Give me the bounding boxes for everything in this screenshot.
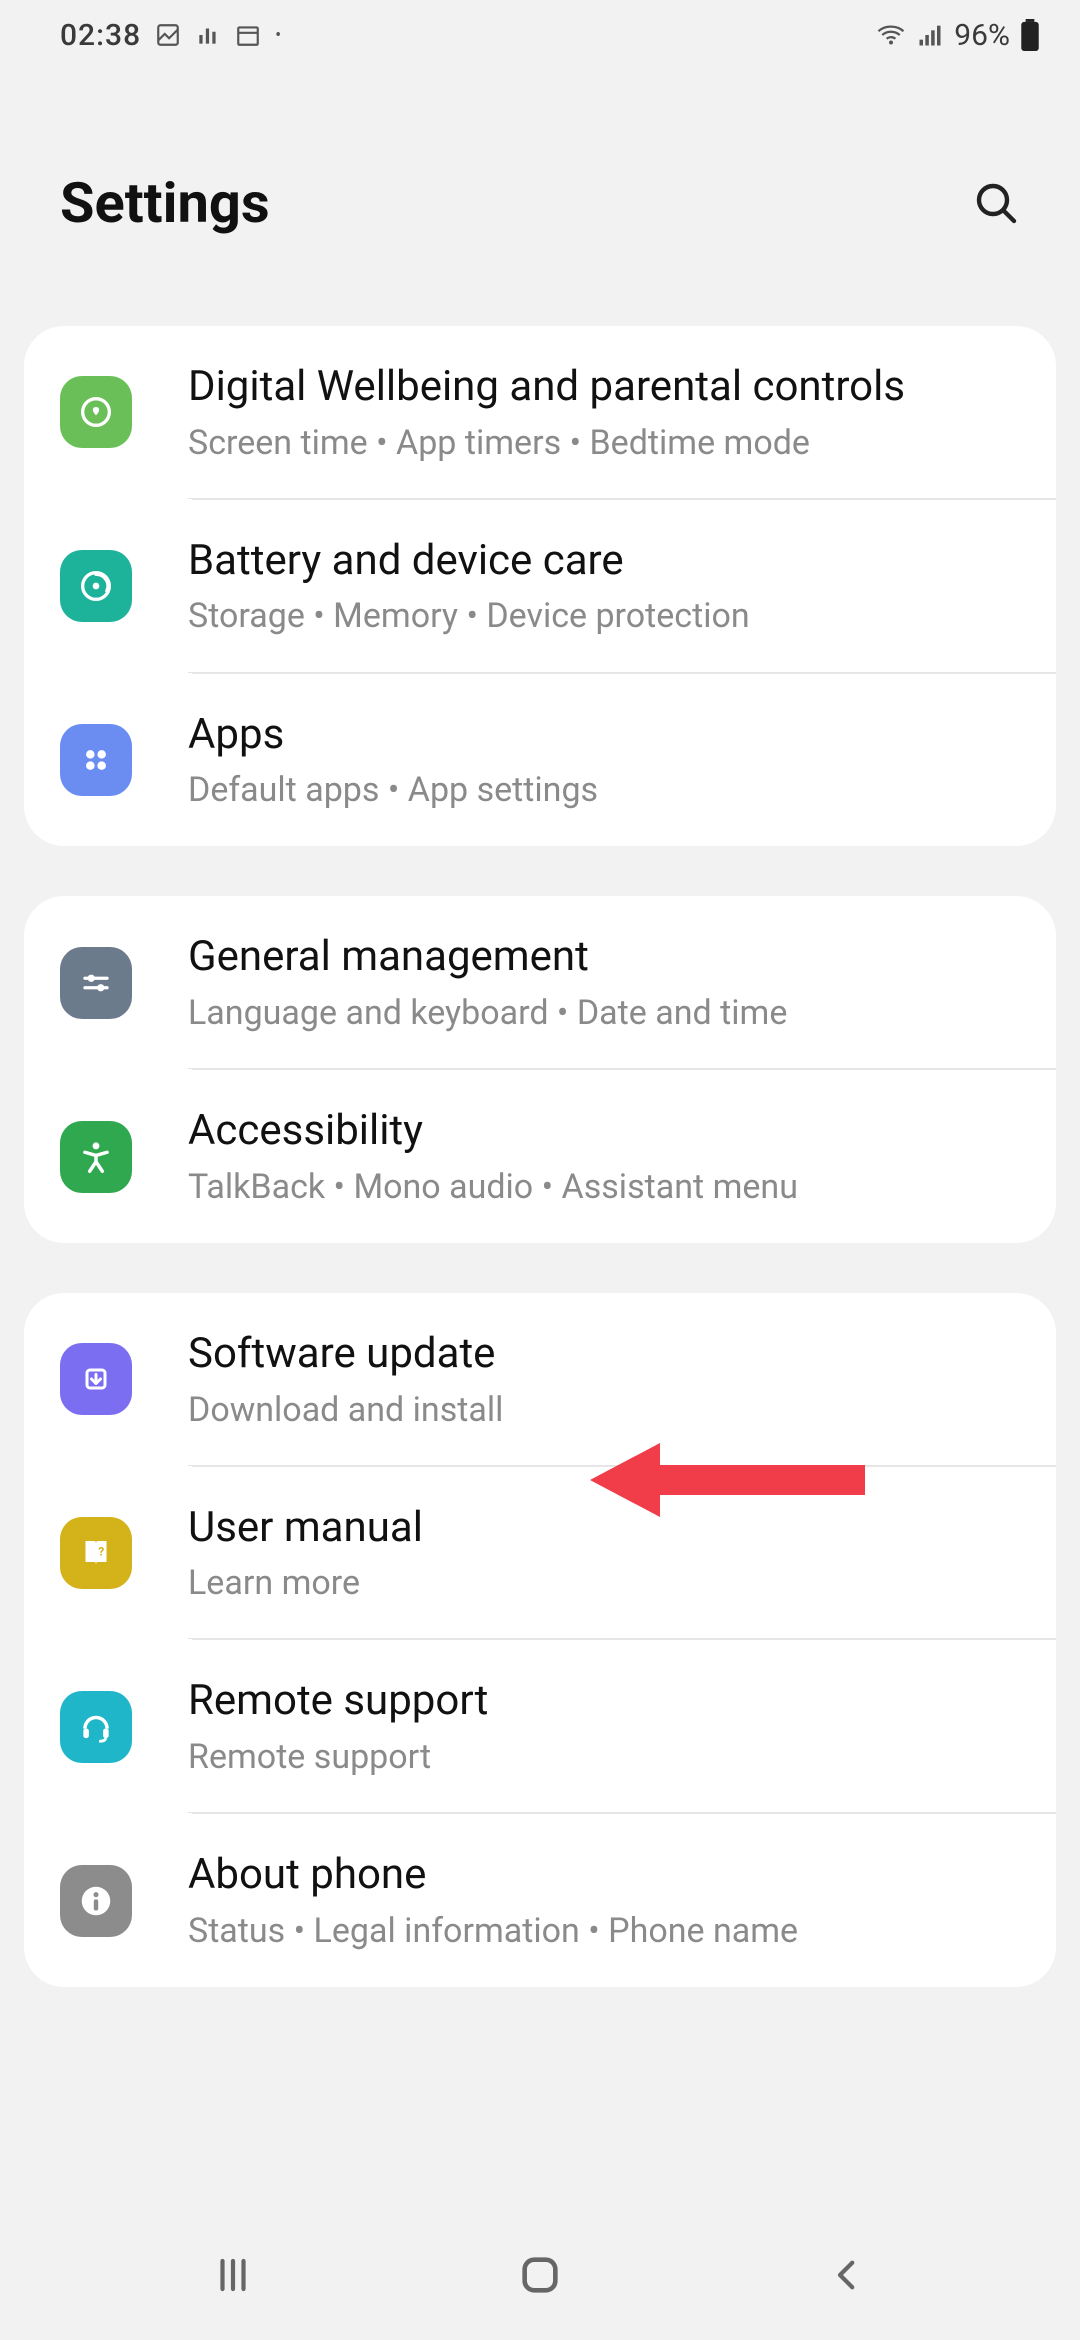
row-title: Battery and device care — [188, 534, 1020, 589]
row-user-manual[interactable]: ? User manual Learn more — [24, 1467, 1056, 1640]
page-title: Settings — [60, 170, 270, 236]
page-header: Settings — [0, 70, 1080, 326]
row-sub: Screen time • App timers • Bedtime mode — [188, 421, 1020, 465]
sliders-icon — [60, 947, 132, 1019]
signal-icon — [916, 21, 944, 49]
row-text: User manual Learn more — [188, 1501, 1020, 1606]
row-title: About phone — [188, 1848, 1020, 1903]
home-icon — [517, 2252, 563, 2298]
row-sub: Remote support — [188, 1735, 1020, 1779]
back-button[interactable] — [822, 2250, 872, 2300]
recents-icon — [212, 2254, 254, 2296]
status-left: 02:38 • — [60, 18, 281, 53]
row-sub: Status • Legal information • Phone name — [188, 1909, 1020, 1953]
row-text: Remote support Remote support — [188, 1674, 1020, 1779]
row-text: About phone Status • Legal information •… — [188, 1848, 1020, 1953]
row-remote-support[interactable]: Remote support Remote support — [24, 1640, 1056, 1813]
row-sub: Default apps • App settings — [188, 768, 1020, 812]
row-sub: TalkBack • Mono audio • Assistant menu — [188, 1165, 1020, 1209]
settings-group: Digital Wellbeing and parental controls … — [24, 326, 1056, 846]
row-accessibility[interactable]: Accessibility TalkBack • Mono audio • As… — [24, 1070, 1056, 1243]
navigation-bar — [0, 2210, 1080, 2340]
row-text: Digital Wellbeing and parental controls … — [188, 360, 1020, 465]
calendar-icon — [235, 22, 261, 48]
row-software-update[interactable]: Software update Download and install — [24, 1293, 1056, 1466]
row-title: Accessibility — [188, 1104, 1020, 1159]
row-text: Apps Default apps • App settings — [188, 708, 1020, 813]
row-text: Battery and device care Storage • Memory… — [188, 534, 1020, 639]
svg-text:?: ? — [98, 1544, 104, 1558]
row-sub: Language and keyboard • Date and time — [188, 991, 1020, 1035]
row-sub: Learn more — [188, 1561, 1020, 1605]
settings-group: Software update Download and install ? U… — [24, 1293, 1056, 1987]
row-sub: Storage • Memory • Device protection — [188, 594, 1020, 638]
update-icon — [60, 1343, 132, 1415]
row-digital-wellbeing[interactable]: Digital Wellbeing and parental controls … — [24, 326, 1056, 499]
image-icon — [155, 22, 181, 48]
status-right: 96% — [876, 18, 1040, 53]
chart-icon — [195, 22, 221, 48]
row-sub: Download and install — [188, 1388, 1020, 1432]
row-about-phone[interactable]: About phone Status • Legal information •… — [24, 1814, 1056, 1987]
search-button[interactable] — [972, 179, 1020, 227]
row-title: General management — [188, 930, 1020, 985]
row-title: Apps — [188, 708, 1020, 763]
more-dot-icon: • — [275, 25, 281, 46]
row-text: Accessibility TalkBack • Mono audio • As… — [188, 1104, 1020, 1209]
headset-icon — [60, 1691, 132, 1763]
manual-icon: ? — [60, 1517, 132, 1589]
battery-care-icon — [60, 550, 132, 622]
back-icon — [826, 2254, 868, 2296]
row-title: Remote support — [188, 1674, 1020, 1729]
row-text: General management Language and keyboard… — [188, 930, 1020, 1035]
row-general-management[interactable]: General management Language and keyboard… — [24, 896, 1056, 1069]
row-title: Software update — [188, 1327, 1020, 1382]
row-apps[interactable]: Apps Default apps • App settings — [24, 674, 1056, 847]
search-icon — [972, 179, 1020, 227]
recents-button[interactable] — [208, 2250, 258, 2300]
battery-text: 96% — [954, 18, 1010, 53]
info-icon — [60, 1865, 132, 1937]
apps-icon — [60, 724, 132, 796]
settings-group: General management Language and keyboard… — [24, 896, 1056, 1243]
status-time: 02:38 — [60, 18, 141, 53]
row-battery-care[interactable]: Battery and device care Storage • Memory… — [24, 500, 1056, 673]
wellbeing-icon — [60, 376, 132, 448]
wifi-icon — [876, 20, 906, 50]
status-bar: 02:38 • 96% — [0, 0, 1080, 70]
accessibility-icon — [60, 1121, 132, 1193]
row-title: User manual — [188, 1501, 1020, 1556]
row-title: Digital Wellbeing and parental controls — [188, 360, 1020, 415]
home-button[interactable] — [515, 2250, 565, 2300]
row-text: Software update Download and install — [188, 1327, 1020, 1432]
battery-icon — [1020, 19, 1040, 51]
